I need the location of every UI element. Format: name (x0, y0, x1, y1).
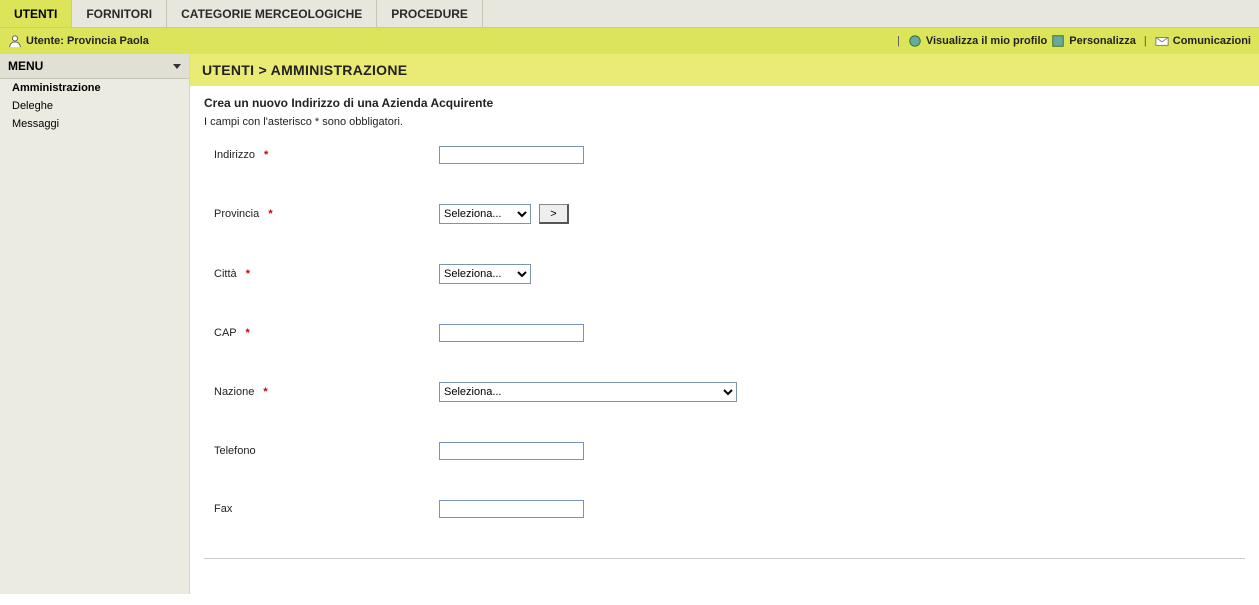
breadcrumb: UTENTI > AMMINISTRAZIONE (190, 54, 1259, 86)
required-mark: * (262, 208, 272, 220)
main-tabs: UTENTI FORNITORI CATEGORIE MERCEOLOGICHE… (0, 0, 1259, 28)
label-telefono: Telefono (214, 445, 256, 457)
label-citta: Città (214, 268, 237, 280)
tab-categorie[interactable]: CATEGORIE MERCEOLOGICHE (167, 0, 377, 27)
divider: | (1140, 35, 1151, 47)
input-cap[interactable] (439, 324, 584, 342)
go-button-provincia[interactable]: > (539, 204, 569, 224)
required-mark: * (258, 149, 268, 161)
user-icon (8, 34, 22, 48)
content: UTENTI > AMMINISTRAZIONE Crea un nuovo I… (190, 54, 1259, 594)
input-telefono[interactable] (439, 442, 584, 460)
link-personalize[interactable]: Personalizza (1069, 35, 1136, 47)
sidebar-item-amministrazione[interactable]: Amministrazione (0, 79, 189, 97)
select-nazione[interactable]: Seleziona... (439, 382, 737, 402)
profile-icon (908, 34, 922, 48)
divider: | (893, 35, 904, 47)
tab-utenti[interactable]: UTENTI (0, 0, 72, 27)
menu-header[interactable]: MENU (0, 54, 189, 79)
form-hint: I campi con l'asterisco * sono obbligato… (204, 116, 1245, 128)
input-fax[interactable] (439, 500, 584, 518)
link-comms[interactable]: Comunicazioni (1173, 35, 1251, 47)
label-fax: Fax (214, 503, 232, 515)
sidebar-item-deleghe[interactable]: Deleghe (0, 97, 189, 115)
menu-header-label: MENU (8, 59, 43, 73)
label-cap: CAP (214, 327, 236, 339)
required-mark: * (240, 268, 250, 280)
select-citta[interactable]: Seleziona... (439, 264, 531, 284)
sidebar-item-messaggi[interactable]: Messaggi (0, 115, 189, 133)
label-provincia: Provincia (214, 208, 259, 220)
input-indirizzo[interactable] (439, 146, 584, 164)
label-indirizzo: Indirizzo (214, 149, 255, 161)
tab-fornitori[interactable]: FORNITORI (72, 0, 167, 27)
user-label: Utente: Provincia Paola (26, 35, 149, 47)
select-provincia[interactable]: Seleziona... (439, 204, 531, 224)
sidebar: MENU Amministrazione Deleghe Messaggi (0, 54, 190, 594)
personalize-icon (1051, 34, 1065, 48)
required-mark: * (257, 386, 267, 398)
link-profile[interactable]: Visualizza il mio profilo (926, 35, 1047, 47)
user-bar: Utente: Provincia Paola | Visualizza il … (0, 28, 1259, 54)
form-title: Crea un nuovo Indirizzo di una Azienda A… (204, 96, 1245, 110)
tab-procedure[interactable]: PROCEDURE (377, 0, 483, 27)
required-mark: * (239, 327, 249, 339)
comms-icon (1155, 34, 1169, 48)
separator (204, 558, 1245, 559)
chevron-down-icon (173, 64, 181, 69)
label-nazione: Nazione (214, 386, 254, 398)
